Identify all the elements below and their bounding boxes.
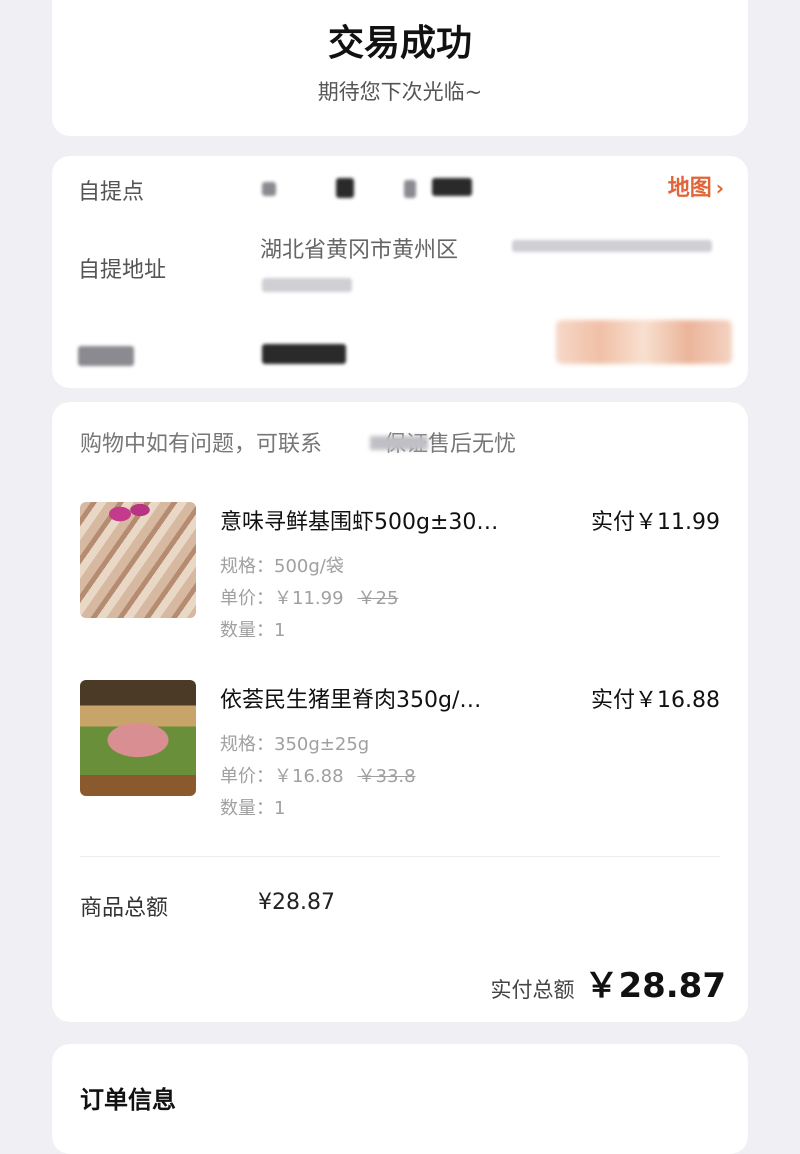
order-card: 购物中如有问题，可联系 保证售后无忧 意味寻鲜基围虾500g±30… 实付￥11.… bbox=[52, 402, 748, 1022]
pickup-address: 湖北省黄冈市黄州区 bbox=[260, 238, 459, 263]
redacted-text bbox=[336, 178, 354, 198]
subtotal-label: 商品总额 bbox=[80, 896, 169, 921]
redacted-text bbox=[262, 182, 276, 196]
redacted-text bbox=[432, 178, 472, 196]
status-title: 交易成功 bbox=[327, 23, 472, 64]
item-spec: 规格：500g/袋 bbox=[220, 556, 344, 577]
redacted-button[interactable] bbox=[556, 320, 732, 364]
after-sales-hint: 购物中如有问题，可联系 保证售后无忧 bbox=[80, 426, 516, 458]
product-image bbox=[80, 680, 196, 796]
pickup-card: 自提点 地图 › 自提地址 湖北省黄冈市黄州区 bbox=[52, 156, 748, 388]
product-name: 意味寻鲜基围虾500g±30… bbox=[220, 510, 499, 535]
item-unit-price-row: 单价：￥11.99 ￥25 bbox=[220, 584, 398, 610]
status-subtitle: 期待您下次光临~ bbox=[317, 80, 483, 104]
subtotal-value: ¥28.87 bbox=[258, 890, 335, 915]
after-sales-hint-prefix: 购物中如有问题，可联系 bbox=[80, 432, 323, 457]
redacted-text bbox=[78, 346, 134, 366]
product-name: 依荟民生猪里脊肉350g/… bbox=[220, 688, 482, 713]
total-label: 实付总额 bbox=[490, 978, 575, 1002]
item-quantity: 数量：1 bbox=[220, 798, 286, 819]
map-link[interactable]: 地图 › bbox=[668, 170, 724, 202]
redacted-text bbox=[512, 240, 712, 252]
order-info-title: 订单信息 bbox=[80, 1086, 176, 1114]
item-unit-price-row: 单价：￥16.88 ￥33.8 bbox=[220, 762, 416, 788]
pickup-address-label: 自提地址 bbox=[78, 258, 167, 283]
item-original-price: ￥25 bbox=[357, 588, 399, 609]
order-item[interactable]: 依荟民生猪里脊肉350g/… 实付￥16.88 规格：350g±25g 单价：￥… bbox=[80, 680, 720, 830]
chevron-right-icon: › bbox=[715, 176, 724, 200]
order-item[interactable]: 意味寻鲜基围虾500g±30… 实付￥11.99 规格：500g/袋 单价：￥1… bbox=[80, 502, 720, 652]
product-image bbox=[80, 502, 196, 618]
pickup-point-label: 自提点 bbox=[78, 180, 145, 205]
item-paid-price: 实付￥11.99 bbox=[591, 510, 720, 535]
redacted-text bbox=[404, 180, 416, 198]
item-unit-price: 单价：￥11.99 bbox=[220, 588, 344, 609]
item-original-price: ￥33.8 bbox=[357, 766, 416, 787]
redacted-text bbox=[262, 344, 346, 364]
map-link-label: 地图 bbox=[667, 176, 712, 201]
item-unit-price: 单价：￥16.88 bbox=[220, 766, 344, 787]
total-value: ￥28.87 bbox=[584, 966, 726, 1006]
redacted-text bbox=[370, 436, 428, 450]
item-spec: 规格：350g±25g bbox=[220, 734, 370, 755]
status-card: 交易成功 期待您下次光临~ bbox=[52, 0, 748, 136]
total-row: 实付总额 ￥28.87 bbox=[490, 958, 726, 1007]
divider bbox=[80, 856, 720, 857]
order-detail-page: 交易成功 期待您下次光临~ 自提点 地图 › 自提地址 湖北省黄冈市黄州区 购物中… bbox=[40, 0, 760, 1154]
item-quantity: 数量：1 bbox=[220, 620, 286, 641]
redacted-text bbox=[262, 278, 352, 292]
item-paid-price: 实付￥16.88 bbox=[591, 688, 720, 713]
